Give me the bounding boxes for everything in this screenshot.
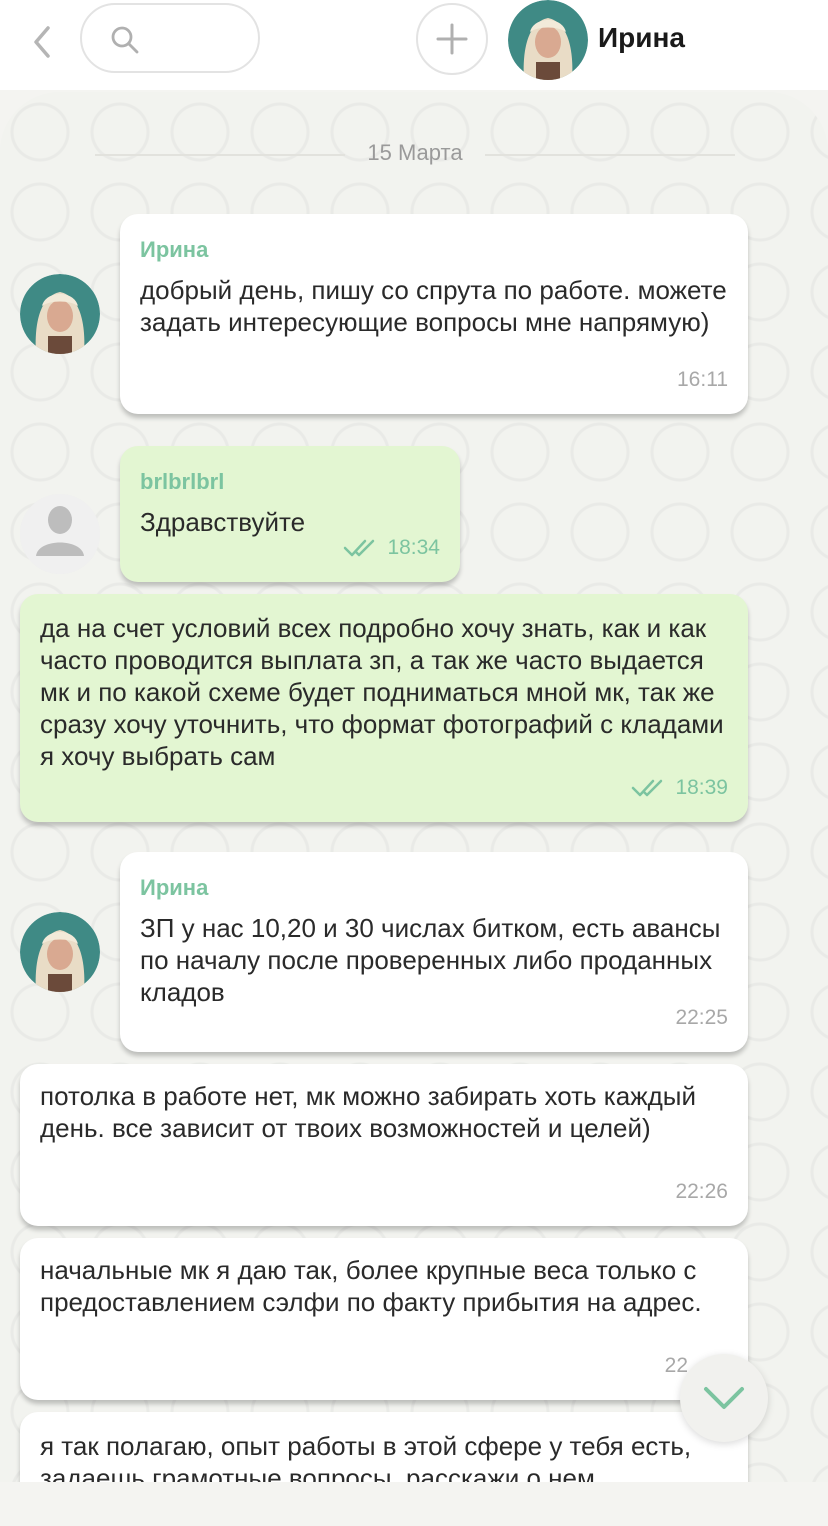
message-time: 18:39 <box>631 772 728 804</box>
plus-icon <box>436 23 468 55</box>
contact-name[interactable]: Ирина <box>598 22 685 54</box>
top-bar: Ирина <box>0 0 828 90</box>
message-bubble-outgoing[interactable]: да на счет условий всех подробно хочу зн… <box>20 594 748 822</box>
back-button[interactable] <box>28 22 56 62</box>
message-sender: Ирина <box>140 237 209 262</box>
bottom-bar <box>0 1482 828 1526</box>
message-bubble-incoming[interactable]: Ирина ЗП у нас 10,20 и 30 числах битком,… <box>120 852 748 1052</box>
contact-avatar[interactable] <box>508 0 588 80</box>
sender-avatar[interactable] <box>20 274 100 354</box>
message-bubble-incoming[interactable]: начальные мк я даю так, более крупные ве… <box>20 1238 748 1400</box>
user-silhouette-icon <box>20 494 100 574</box>
double-check-icon <box>344 539 375 557</box>
message-time: 16:11 <box>677 368 728 391</box>
search-input[interactable] <box>148 19 248 59</box>
message-text: добрый день, пишу со спрута по работе. м… <box>140 275 727 337</box>
search-field[interactable] <box>80 3 260 73</box>
message-text: я так полагаю, опыт работы в этой сфере … <box>40 1431 692 1482</box>
chat-messages-area[interactable]: 15 Марта Ирина добрый день, пишу со спру… <box>0 92 828 1482</box>
message-sender: brlbrlbrl <box>140 469 225 494</box>
message-sender: Ирина <box>140 875 209 900</box>
search-icon <box>111 26 139 54</box>
chevron-down-icon <box>704 1387 744 1409</box>
scroll-to-bottom-button[interactable] <box>680 1354 768 1442</box>
message-text: потолка в работе нет, мк можно забирать … <box>40 1081 696 1143</box>
double-check-icon <box>632 779 663 797</box>
message-time: 18:34 <box>343 532 440 564</box>
date-label: 15 Марта <box>367 140 463 165</box>
sender-avatar[interactable] <box>20 912 100 992</box>
message-bubble-outgoing[interactable]: brlbrlbrl Здравствуйте 18:34 <box>120 446 460 582</box>
add-button[interactable] <box>416 3 488 75</box>
message-bubble-incoming[interactable]: Ирина добрый день, пишу со спрута по раб… <box>120 214 748 414</box>
message-text: начальные мк я даю так, более крупные ве… <box>40 1255 702 1317</box>
message-time: 22:26 <box>675 1180 728 1203</box>
message-time: 22:25 <box>675 1006 728 1029</box>
message-bubble-incoming[interactable]: потолка в работе нет, мк можно забирать … <box>20 1064 748 1226</box>
date-separator: 15 Марта <box>95 140 735 170</box>
chevron-left-icon <box>34 26 50 58</box>
message-text: да на счет условий всех подробно хочу зн… <box>40 613 724 771</box>
message-text: ЗП у нас 10,20 и 30 числах битком, есть … <box>140 913 721 1007</box>
message-bubble-incoming[interactable]: я так полагаю, опыт работы в этой сфере … <box>20 1412 748 1482</box>
user-avatar-placeholder[interactable] <box>20 494 100 574</box>
